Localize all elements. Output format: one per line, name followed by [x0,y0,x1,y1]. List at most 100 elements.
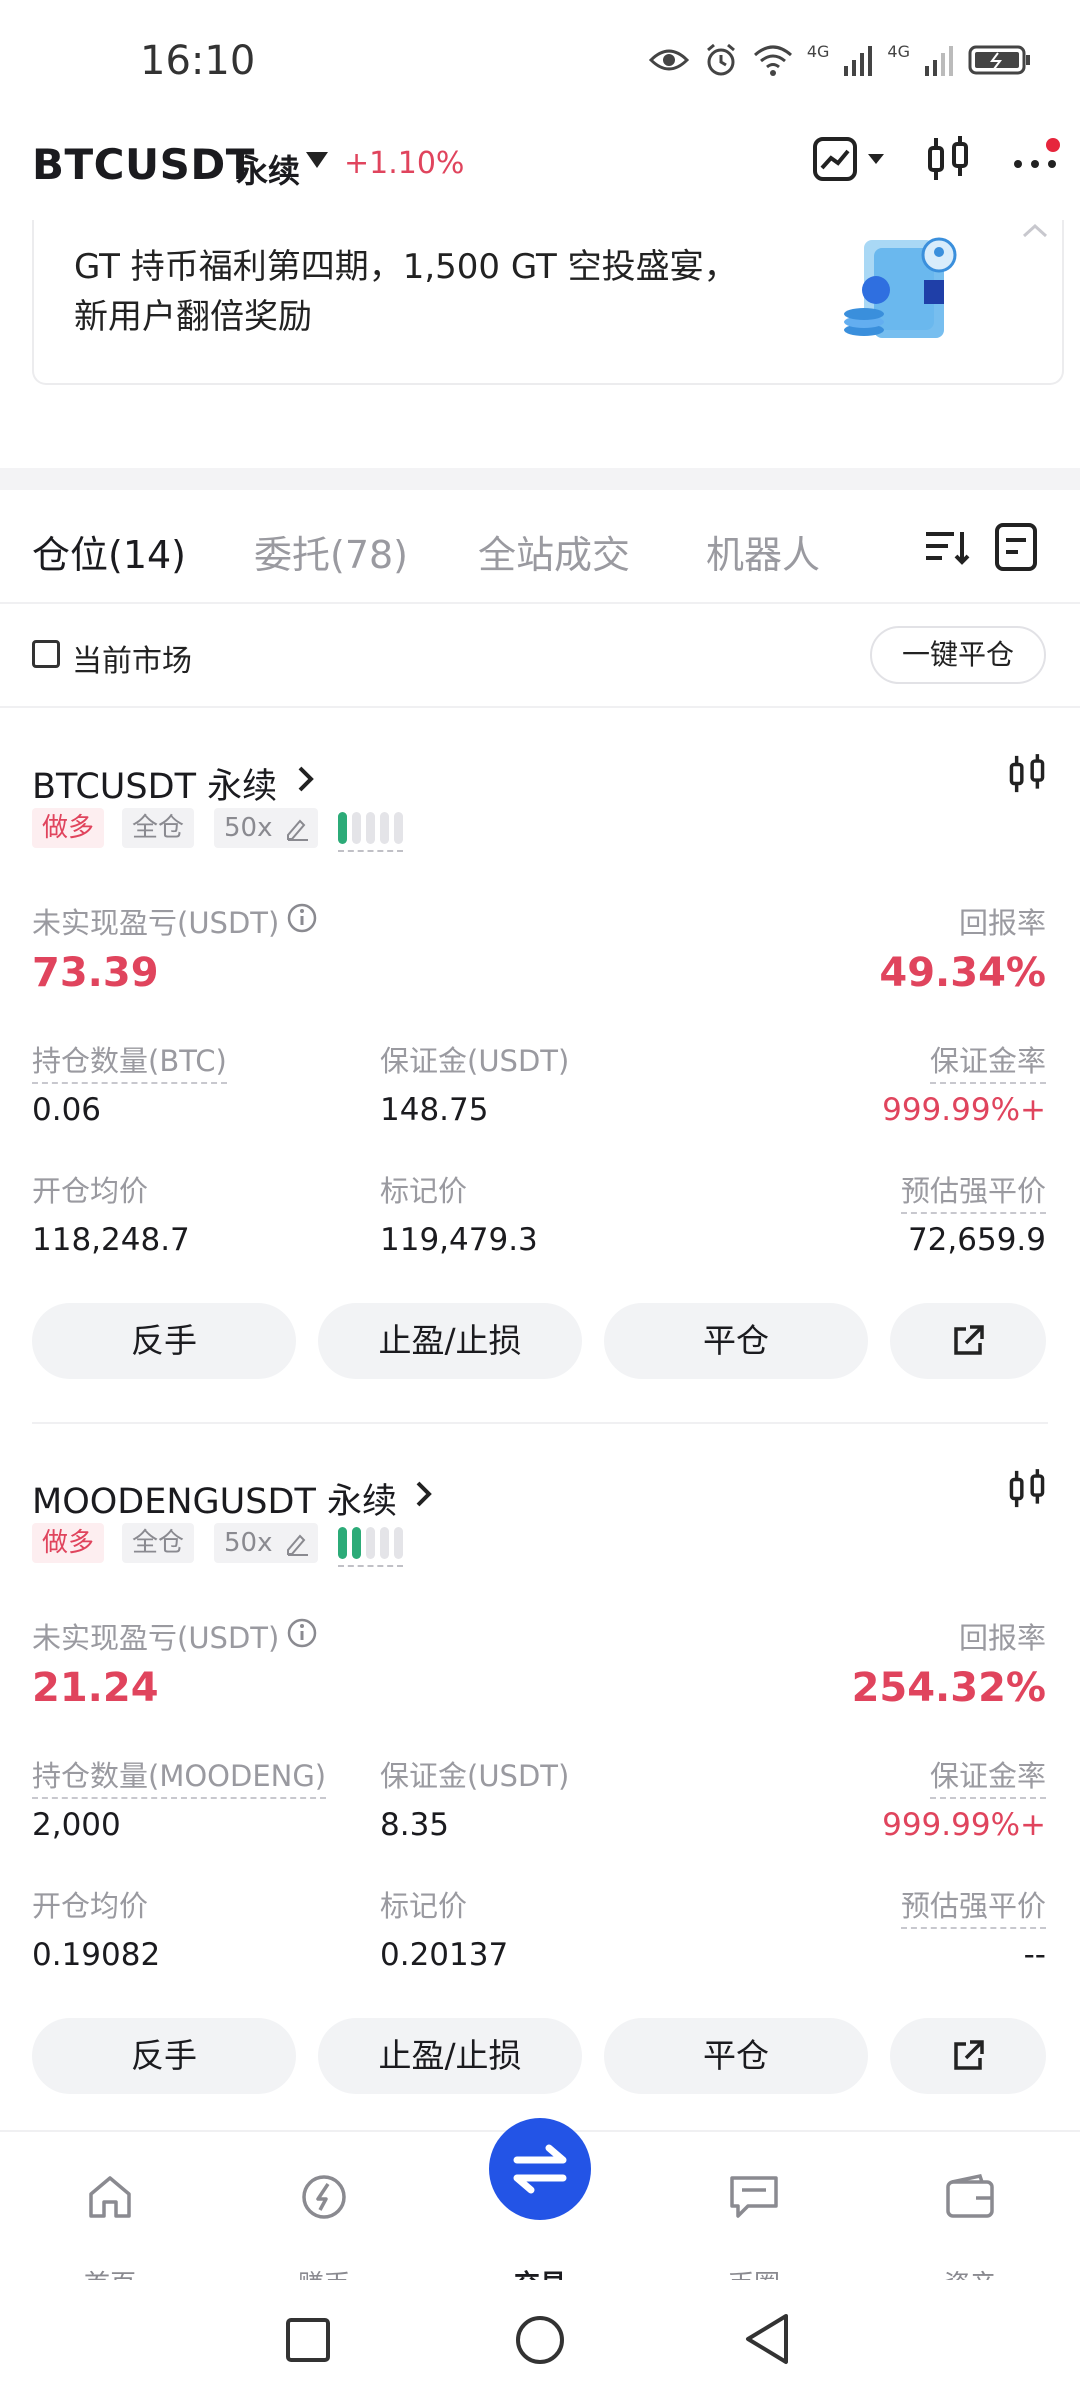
mark-price-label: 标记价 [380,1174,468,1208]
margin-ratio-value: 999.99%+ [882,1807,1046,1843]
entry-price: 118,248.7 [32,1222,190,1258]
mark-price: 119,479.3 [380,1222,538,1258]
document-icon[interactable] [994,522,1038,572]
tpsl-button[interactable]: 止盈/止损 [318,1303,582,1379]
mark-price: 0.20137 [380,1937,509,1973]
contract-type[interactable]: 永续 [236,146,300,192]
section-separator [0,468,1080,490]
unrealized-pnl: 73.39 [32,950,159,996]
battery-icon [968,45,1030,75]
edit-icon [287,819,308,841]
unrealized-pnl: 21.24 [32,1665,159,1711]
promo-banner[interactable]: GT 持币福利第四期，1,500 GT 空投盛宴， 新用户翻倍奖励 [32,220,1064,385]
signal-icon-2 [925,46,953,76]
signal-icon [844,46,873,76]
position-title[interactable]: BTCUSDT 永续 [32,758,277,809]
size-label[interactable]: 持仓数量(MOODENG) [32,1753,327,1799]
candlestick-icon[interactable] [1008,752,1046,796]
chevron-right-icon[interactable] [296,764,316,794]
tab-market-trades[interactable]: 全站成交 [478,524,630,579]
margin-ratio-label[interactable]: 保证金率 [929,1038,1046,1084]
position-card: BTCUSDT 永续 做多 全仓 50x 未实现盈亏(USDT) 回报率 73.… [0,708,1080,1424]
trade-icon [513,2144,567,2194]
chart-toggle-button[interactable] [812,136,886,182]
collapse-icon[interactable] [1020,220,1050,242]
leverage-badge[interactable]: 50x [214,808,318,848]
adl-indicator[interactable] [338,812,403,852]
alarm-icon [706,43,735,76]
chevron-down-icon [868,154,884,164]
margin-value: 8.35 [380,1807,450,1843]
position-card: MOODENGUSDT 永续 做多 全仓 50x 未实现盈亏(USDT) 回报率… [0,1423,1080,2138]
margin-ratio-label[interactable]: 保证金率 [929,1753,1046,1799]
entry-price-label: 开仓均价 [32,1889,149,1923]
symbol-name[interactable]: BTCUSDT [32,140,255,189]
banner-line-2: 新用户翻倍奖励 [74,297,312,337]
reverse-button[interactable]: 反手 [32,2018,296,2094]
margin-mode-badge: 全仓 [122,808,195,848]
wallet-icon [946,2173,994,2218]
recent-apps-icon[interactable] [284,2316,332,2364]
nav-earn[interactable]: 赚币 [254,2172,394,2300]
share-button[interactable] [890,1303,1046,1379]
home-circle-icon[interactable] [514,2314,566,2366]
size-label[interactable]: 持仓数量(BTC) [32,1038,227,1084]
pnl-label: 未实现盈亏(USDT) [32,906,280,940]
edit-icon [287,1534,308,1556]
tab-bots[interactable]: 机器人 [706,524,820,579]
roe-value: 254.32% [851,1665,1046,1711]
sort-icon[interactable] [924,528,970,568]
trade-button[interactable] [489,2118,591,2220]
close-position-button[interactable]: 平仓 [604,2018,868,2094]
leverage-value: 50x [224,1528,273,1558]
share-icon [954,2040,984,2070]
tab-positions[interactable]: 仓位(14) [32,524,186,579]
entry-price: 0.19082 [32,1937,161,1973]
margin-ratio-value: 999.99%+ [882,1092,1046,1128]
info-icon[interactable] [286,1617,318,1649]
side-badge: 做多 [32,1523,105,1563]
tpsl-button[interactable]: 止盈/止损 [318,2018,582,2094]
network-type-2: 4G [887,42,910,61]
more-button[interactable] [1010,134,1060,184]
close-all-button[interactable]: 一键平仓 [869,626,1046,684]
promo-illustration [844,237,957,338]
position-size: 2,000 [32,1807,121,1843]
chat-icon [730,2176,778,2218]
liq-price-label[interactable]: 预估强平价 [900,1883,1046,1929]
mark-price-label: 标记价 [380,1889,468,1923]
nav-community[interactable]: 币圈 [684,2172,824,2300]
current-market-checkbox[interactable] [32,640,60,668]
candlestick-icon[interactable] [926,134,970,184]
system-nav-bar [0,2280,1080,2400]
liq-price: 72,659.9 [907,1222,1046,1258]
margin-value: 148.75 [380,1092,489,1128]
status-icons: 4G 4G [648,42,1032,78]
header-actions [812,134,1060,184]
back-icon[interactable] [742,2312,792,2366]
position-tabs: 仓位(14) 委托(78) 全站成交 机器人 [0,490,1080,604]
reverse-button[interactable]: 反手 [32,1303,296,1379]
current-market-label[interactable]: 当前市场 [72,636,192,680]
nav-assets[interactable]: 资产 [900,2172,1040,2300]
adl-indicator[interactable] [338,1527,403,1567]
roe-value: 49.34% [879,950,1046,996]
chevron-right-icon[interactable] [414,1479,434,1509]
close-position-button[interactable]: 平仓 [604,1303,868,1379]
liq-price-label[interactable]: 预估强平价 [900,1168,1046,1214]
side-badge: 做多 [32,808,105,848]
banner-line-1: GT 持币福利第四期，1,500 GT 空投盛宴， [74,247,738,287]
position-size: 0.06 [32,1092,102,1128]
position-title[interactable]: MOODENGUSDT 永续 [32,1473,397,1524]
tab-orders[interactable]: 委托(78) [254,524,408,579]
leverage-badge[interactable]: 50x [214,1523,318,1563]
price-change: +1.10% [344,146,465,181]
info-icon[interactable] [286,902,318,934]
margin-mode-badge: 全仓 [122,1523,195,1563]
roe-label: 回报率 [958,1621,1046,1655]
nav-home[interactable]: 首页 [40,2172,180,2300]
candlestick-icon[interactable] [1008,1467,1046,1511]
network-type-1: 4G [806,42,830,61]
chevron-down-icon[interactable] [306,152,328,168]
share-button[interactable] [890,2018,1046,2094]
